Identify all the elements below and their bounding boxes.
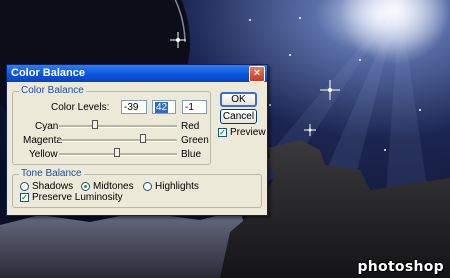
midtones-radio[interactable] — [81, 182, 90, 191]
color-levels-label: Color Levels: — [51, 102, 110, 113]
level-magenta-green-input[interactable]: 42 — [152, 100, 176, 114]
cancel-button[interactable]: Cancel — [220, 109, 257, 124]
ok-button[interactable]: OK — [220, 92, 257, 107]
slider-green-label: Green — [181, 135, 209, 146]
slider-red-label: Red — [181, 121, 200, 132]
slider-yellow-label: Yellow — [29, 149, 58, 160]
preview-label: Preview — [230, 127, 266, 138]
highlights-radio[interactable] — [143, 182, 152, 191]
slider-cyan-label: Cyan — [35, 121, 59, 132]
slider-cyan-red-track[interactable] — [59, 125, 177, 128]
color-balance-group-label: Color Balance — [19, 85, 86, 96]
color-balance-dialog: Color Balance × Color Balance Color Leve… — [6, 64, 268, 216]
level-cyan-red-input[interactable]: -39 — [121, 100, 147, 114]
slider-cyan-red-thumb[interactable] — [91, 120, 98, 129]
midtones-label: Midtones — [93, 181, 134, 192]
watermark-text: photoshop — [357, 259, 444, 275]
preview-checkbox[interactable]: ✓ — [218, 128, 227, 137]
slider-blue-label: Blue — [181, 149, 202, 160]
tone-balance-group-label: Tone Balance — [19, 168, 84, 179]
slider-magenta-green-thumb[interactable] — [139, 134, 146, 143]
preserve-luminosity-checkbox[interactable]: ✓ — [20, 193, 29, 202]
dialog-title: Color Balance — [11, 67, 85, 79]
close-icon[interactable]: × — [249, 66, 265, 82]
highlights-label: Highlights — [155, 181, 199, 192]
slider-yellow-blue-thumb[interactable] — [114, 148, 121, 157]
slider-magenta-green-track[interactable] — [59, 139, 177, 142]
preserve-luminosity-label: Preserve Luminosity — [32, 192, 123, 203]
level-yellow-blue-input[interactable]: -1 — [182, 100, 207, 114]
shadows-label: Shadows — [32, 181, 74, 192]
shadows-radio[interactable] — [20, 182, 29, 191]
dialog-titlebar[interactable]: Color Balance × — [7, 65, 267, 82]
slider-magenta-label: Magenta — [23, 135, 62, 146]
